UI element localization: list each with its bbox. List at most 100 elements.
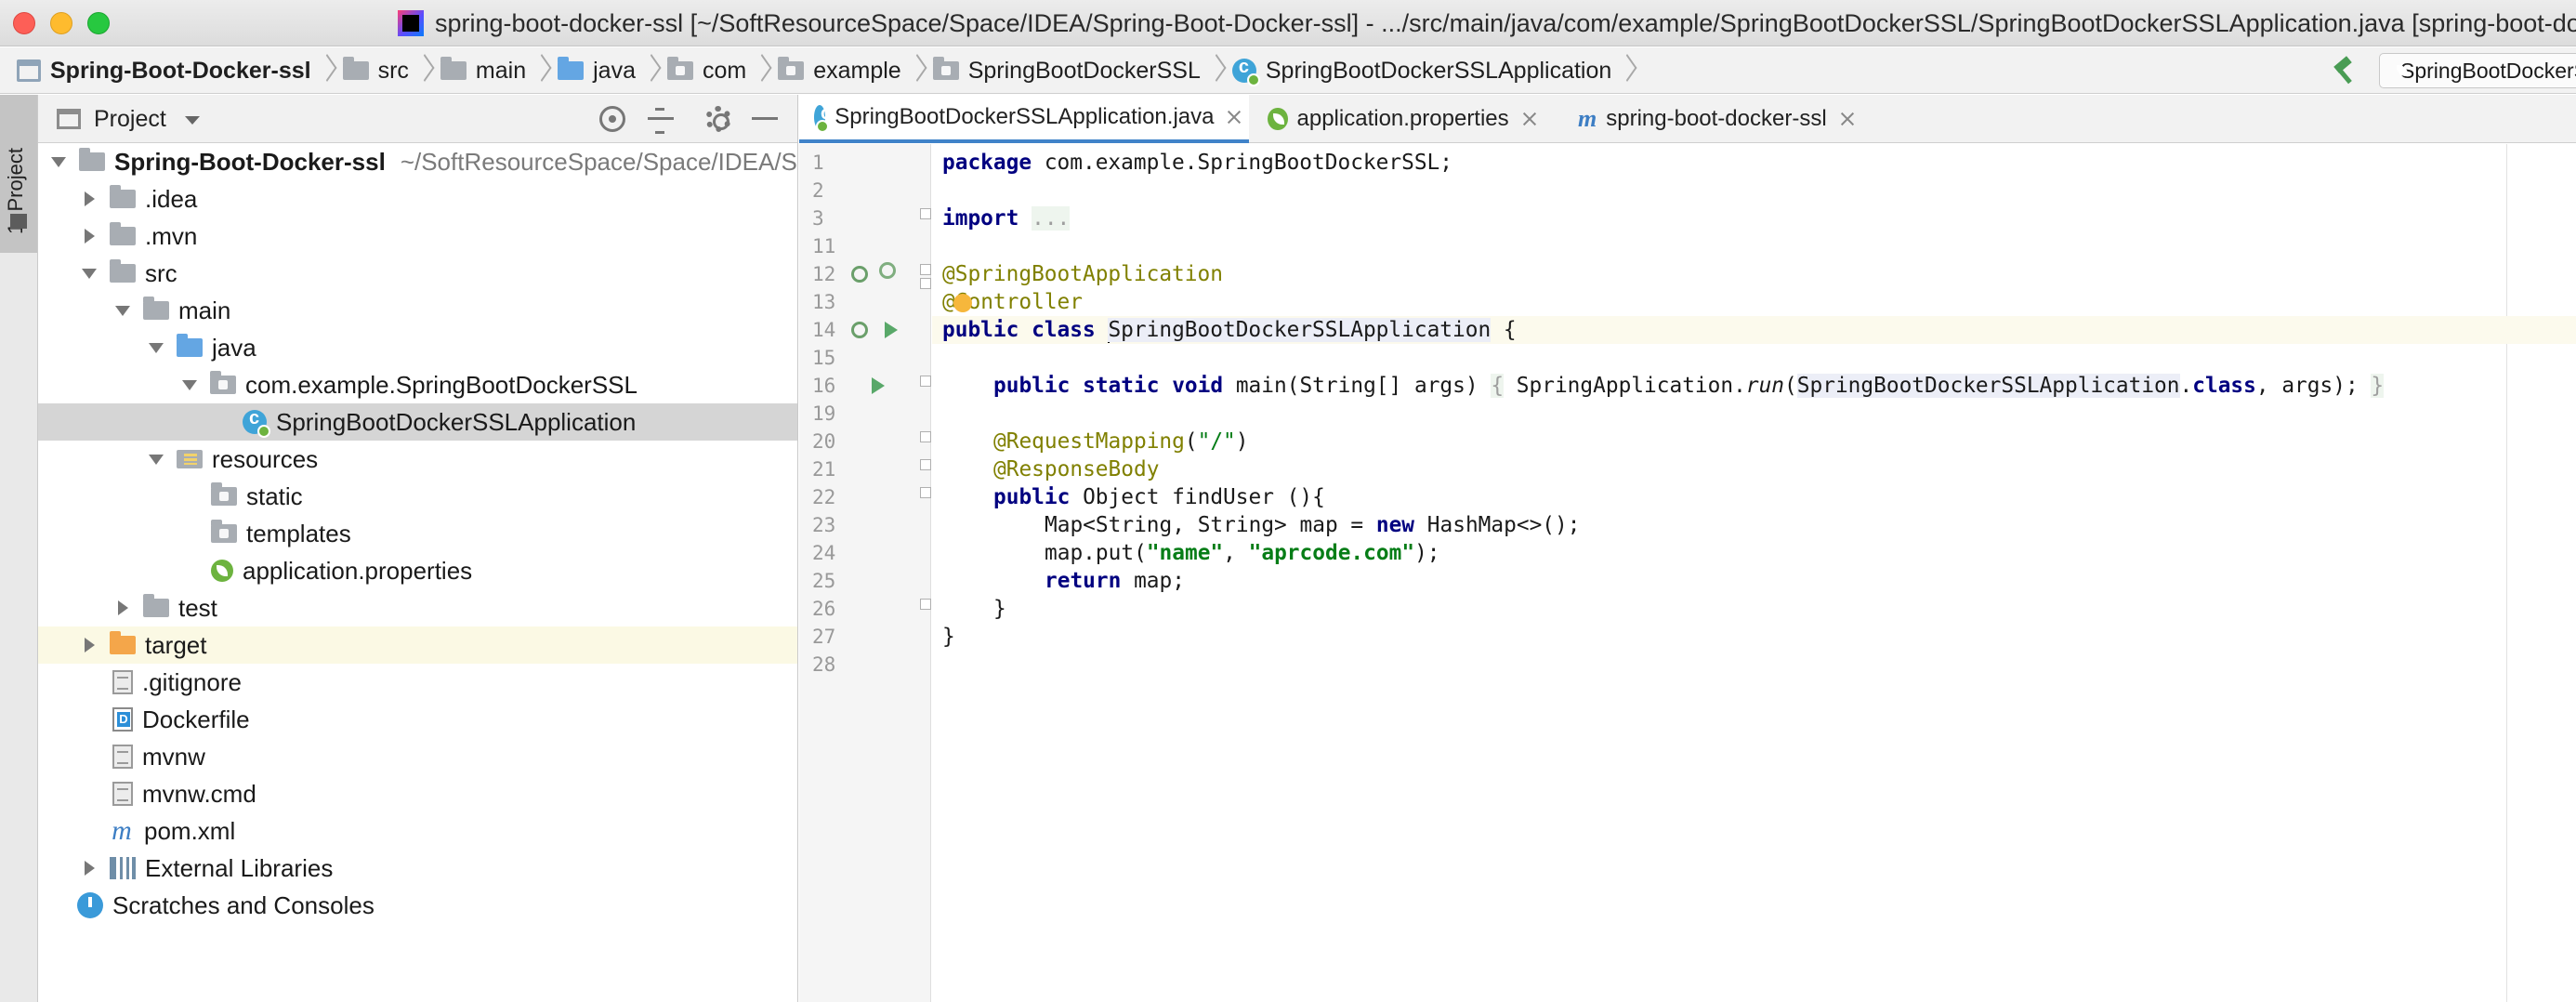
fold-toggle-icon[interactable] xyxy=(920,599,931,610)
chevron-down-icon[interactable] xyxy=(185,116,200,125)
run-class-icon[interactable] xyxy=(885,322,898,338)
lightbulb-icon[interactable] xyxy=(953,294,972,312)
breadcrumb-item-java[interactable]: java xyxy=(558,47,636,94)
project-view-dropdown[interactable]: Project xyxy=(94,106,166,133)
code-line: Map<String, String> map = new HashMap<>(… xyxy=(1045,513,1581,537)
minimize-window-button[interactable] xyxy=(50,12,72,34)
expand-arrow-icon[interactable] xyxy=(149,342,164,353)
close-icon[interactable] xyxy=(1522,112,1535,126)
tree-item-test[interactable]: test xyxy=(38,589,797,626)
tree-item-pom-xml[interactable]: m pom.xml xyxy=(38,812,797,850)
fold-toggle-icon[interactable] xyxy=(920,208,931,219)
fold-toggle-icon[interactable] xyxy=(920,376,931,387)
collapse-arrow-icon[interactable] xyxy=(85,861,95,876)
tree-item-java[interactable]: java xyxy=(38,329,797,366)
project-icon xyxy=(17,59,41,82)
line-number: 28 xyxy=(812,653,836,676)
tree-item-scratches[interactable]: Scratches and Consoles xyxy=(38,887,797,924)
folded-imports[interactable]: ... xyxy=(1032,206,1071,231)
breadcrumb-item-com[interactable]: com xyxy=(666,47,746,94)
spring-class-icon xyxy=(1231,57,1260,86)
tree-item-main[interactable]: main xyxy=(38,292,797,329)
tree-item-src[interactable]: src xyxy=(38,255,797,292)
package-icon xyxy=(211,520,237,543)
tree-item-resources[interactable]: resources xyxy=(38,441,797,478)
gear-icon[interactable] xyxy=(705,106,731,132)
close-icon[interactable] xyxy=(1840,112,1855,126)
spring-leaf-icon[interactable] xyxy=(879,262,896,279)
breadcrumb-item-class[interactable]: SpringBootDockerSSLApplication xyxy=(1231,47,1611,94)
zoom-window-button[interactable] xyxy=(87,12,110,34)
code-line: @ResponseBody xyxy=(993,457,1160,481)
breadcrumb-item-example[interactable]: example xyxy=(778,47,901,94)
run-configuration-selector[interactable]: SpringBootDockerSSLApplication xyxy=(2379,53,2576,88)
folder-icon xyxy=(110,185,136,208)
breadcrumb-item-project[interactable]: Spring-Boot-Docker-ssl xyxy=(17,47,311,94)
spring-properties-icon xyxy=(1268,108,1288,130)
breadcrumb-item-package[interactable]: SpringBootDockerSSL xyxy=(932,47,1201,94)
breadcrumb-item-main[interactable]: main xyxy=(440,47,526,94)
editor-tab-bar: SpringBootDockerSSLApplication.java appl… xyxy=(799,95,2576,143)
package-icon xyxy=(210,371,236,394)
hammer-icon[interactable] xyxy=(2331,57,2359,85)
tree-item-target[interactable]: target xyxy=(38,626,797,664)
tree-item-static[interactable]: static xyxy=(38,478,797,515)
line-number: 1 xyxy=(812,152,824,174)
close-window-button[interactable] xyxy=(13,12,35,34)
tree-item-dockerfile[interactable]: Dockerfile xyxy=(38,701,797,738)
tree-item-mvnw-cmd[interactable]: mvnw.cmd xyxy=(38,775,797,812)
chevron-right-icon xyxy=(418,47,431,94)
line-number: 24 xyxy=(812,542,836,564)
code-line: } xyxy=(942,625,955,649)
tree-item-gitignore[interactable]: .gitignore xyxy=(38,664,797,701)
tab-pom-module[interactable]: m spring-boot-docker-ssl xyxy=(1563,95,1872,143)
collapse-all-icon[interactable] xyxy=(648,106,674,134)
expand-arrow-icon[interactable] xyxy=(115,305,130,316)
intellij-logo-icon xyxy=(398,10,424,36)
tree-item-templates[interactable]: templates xyxy=(38,515,797,552)
code-editor[interactable]: 1 2 3 11 12 13 14 15 16 19 20 21 22 23 2… xyxy=(799,144,2576,1002)
collapse-arrow-icon[interactable] xyxy=(118,600,128,615)
line-number: 23 xyxy=(812,514,836,536)
fold-toggle-icon[interactable] xyxy=(920,264,931,275)
tree-item-mvnw[interactable]: mvnw xyxy=(38,738,797,775)
expand-arrow-icon[interactable] xyxy=(149,454,164,465)
locate-file-icon[interactable] xyxy=(599,106,625,132)
expand-arrow-icon[interactable] xyxy=(82,268,97,279)
tree-item-mvn[interactable]: .mvn xyxy=(38,218,797,255)
code-line: @SpringBootApplication xyxy=(942,262,1223,286)
collapse-arrow-icon[interactable] xyxy=(85,638,95,653)
spring-bean-icon[interactable] xyxy=(851,322,868,338)
line-number: 22 xyxy=(812,486,836,508)
fold-toggle-icon[interactable] xyxy=(920,278,931,289)
line-number: 25 xyxy=(812,570,836,592)
package-icon xyxy=(932,57,959,80)
tree-item-application-properties[interactable]: application.properties xyxy=(38,552,797,589)
code-area[interactable]: package com.example.SpringBootDockerSSL;… xyxy=(932,144,2576,1002)
fold-toggle-icon[interactable] xyxy=(920,431,931,442)
expand-arrow-icon[interactable] xyxy=(51,156,66,167)
fold-toggle-icon[interactable] xyxy=(920,459,931,470)
project-panel: Project Spring-Boot-Docker-ssl ~/SoftRes… xyxy=(38,95,798,1002)
text-file-icon xyxy=(112,670,133,694)
fold-toggle-icon[interactable] xyxy=(920,487,931,498)
hide-panel-icon[interactable] xyxy=(752,106,778,132)
line-number: 21 xyxy=(812,458,836,481)
close-icon[interactable] xyxy=(1227,110,1234,125)
tree-item-project-root[interactable]: Spring-Boot-Docker-ssl ~/SoftResourceSpa… xyxy=(38,143,797,180)
expand-arrow-icon[interactable] xyxy=(182,379,197,390)
breadcrumb-item-src[interactable]: src xyxy=(342,47,409,94)
bean-icon[interactable] xyxy=(851,266,868,283)
spring-class-icon xyxy=(243,408,270,438)
tree-item-external-libraries[interactable]: External Libraries xyxy=(38,850,797,887)
collapse-arrow-icon[interactable] xyxy=(85,191,95,206)
tree-item-idea[interactable]: .idea xyxy=(38,180,797,218)
line-number: 20 xyxy=(812,430,836,453)
tree-item-package[interactable]: com.example.SpringBootDockerSSL xyxy=(38,366,797,403)
project-tool-window-tab[interactable]: 1: Project xyxy=(0,95,37,253)
collapse-arrow-icon[interactable] xyxy=(85,229,95,244)
tab-application-properties[interactable]: application.properties xyxy=(1253,95,1550,143)
tree-item-application-class[interactable]: SpringBootDockerSSLApplication xyxy=(38,403,797,441)
tab-application-java[interactable]: SpringBootDockerSSLApplication.java xyxy=(799,95,1249,143)
run-main-icon[interactable] xyxy=(872,377,885,394)
